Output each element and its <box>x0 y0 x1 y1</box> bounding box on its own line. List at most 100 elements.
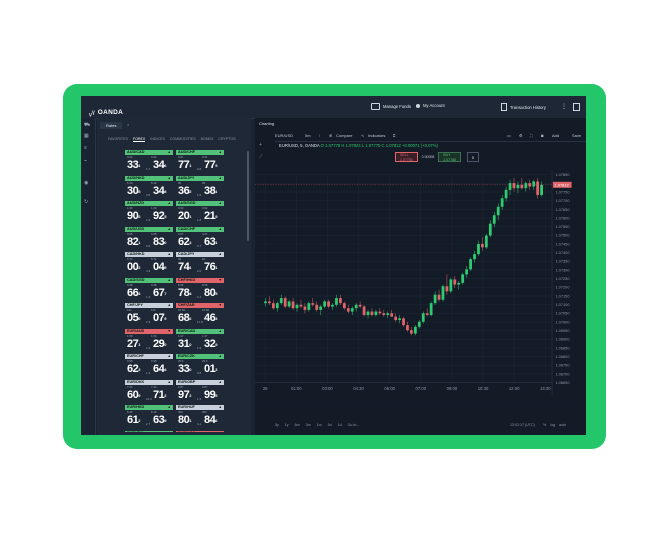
sell-price-button[interactable]: 362 <box>178 185 191 198</box>
settings-icon[interactable]: ◉ <box>84 180 88 186</box>
rate-tile[interactable]: EUR/CAD ▲ 1.47 1.47 310 1.9 329 <box>176 328 224 353</box>
rate-tile[interactable]: EUR/GBP ▲ 0.87 0.87 972 1.3 995 <box>176 379 224 404</box>
sell-price-button[interactable]: 906 <box>127 210 140 223</box>
charting-tab[interactable]: Charting <box>259 121 274 126</box>
fullscreen-icon[interactable]: ⛶ <box>530 133 533 138</box>
filter-cryptos[interactable]: CRYPTOS <box>218 137 235 142</box>
my-account-button[interactable]: My Account <box>416 103 445 108</box>
sell-price-button[interactable]: 624 <box>178 236 191 249</box>
rate-tile[interactable]: EUR/HUF ▲ 352. 352. 801 4.1 842 <box>176 405 224 429</box>
analysis-icon[interactable]: ⌁ <box>84 158 87 164</box>
transaction-history-button[interactable]: Transaction History <box>501 103 546 111</box>
candlestick-chart[interactable]: 29 01:00 03:00 04:30 06:00 07:00 09:00 10:30 12:… <box>255 140 586 430</box>
indicators-button[interactable]: Indicators <box>368 133 385 138</box>
buy-price-button[interactable]: 381 <box>204 185 217 198</box>
rate-tile[interactable]: CAD/HKD ▲ 5.74 5.74 002 4.3 045 <box>125 252 173 276</box>
sell-price-button[interactable]: 002 <box>127 261 140 274</box>
timeframe-5y[interactable]: 5y <box>275 423 279 427</box>
buy-price-button[interactable]: 805 <box>204 287 217 300</box>
sell-price-button[interactable]: 612 <box>127 414 140 427</box>
save-button[interactable]: Save <box>572 133 581 138</box>
buy-price-button[interactable]: 329 <box>204 338 217 351</box>
refresh-icon[interactable]: ↻ <box>84 199 88 205</box>
sell-price-button[interactable]: 682 <box>178 312 191 325</box>
rate-tile[interactable]: CAD/CHF ▲ 0.67 0.67 624 0.7 631 <box>176 226 224 251</box>
sell-price-button[interactable]: 271 <box>127 338 140 351</box>
buy-price-button[interactable]: 712 <box>153 389 166 402</box>
filter-indices[interactable]: INDICES <box>150 137 165 142</box>
rate-tile[interactable]: CHF/ZAR ▼ 15.56 15.56 682 17.8 463 <box>176 303 224 327</box>
scale-log[interactable]: log <box>550 423 555 427</box>
buy-price-button[interactable]: 346 <box>153 159 166 172</box>
news-icon[interactable]: ≡ <box>84 145 87 151</box>
goto-date[interactable]: Go to... <box>348 423 360 427</box>
rate-tile[interactable]: CAD/JPY ▲ 92. 92. 741 2.0 761 <box>176 252 224 276</box>
rate-tile[interactable]: AUD/NZD ▲ 1.09 1.09 906 1.9 925 <box>125 201 173 225</box>
buy-price-button[interactable]: 639 <box>153 414 166 427</box>
filter-forex[interactable]: FOREX <box>132 137 146 142</box>
bar-style-icon[interactable]: ⫶ <box>319 133 320 138</box>
buy-price-button[interactable]: 677 <box>153 287 166 300</box>
rate-tile[interactable]: CHF/JPY ▲ 141. 141. 056 2.3 079 <box>125 303 173 327</box>
buy-price-button[interactable]: 013 <box>204 363 217 376</box>
rate-tile[interactable]: EUR/CHF ▲ 0.98 0.98 623 1.3 644 <box>125 354 173 378</box>
buy-price-button[interactable]: 761 <box>204 261 217 274</box>
buy-price-button[interactable]: 779 <box>204 159 217 172</box>
buy-price-button[interactable]: 925 <box>153 210 166 223</box>
sell-price-button[interactable]: 664 <box>127 287 140 300</box>
sell-price-button[interactable]: 310 <box>178 338 191 351</box>
symbol-selector[interactable]: EUR/USD <box>275 133 293 138</box>
compare-button[interactable]: Compare <box>336 133 352 138</box>
sell-price-button[interactable]: 741 <box>178 261 191 274</box>
compare-icon[interactable]: ⊕ <box>329 133 332 138</box>
sell-price-button[interactable]: 609 <box>127 389 140 402</box>
calculator-icon[interactable]: ▦ <box>84 133 89 139</box>
buy-price-button[interactable]: 995 <box>204 389 217 402</box>
rates-tab[interactable]: Rates <box>100 122 123 129</box>
sell-price-button[interactable]: 801 <box>178 414 191 427</box>
rate-tile[interactable]: AUD/CAD ▲ 0.92 0.92 331 1.7 346 <box>125 150 173 174</box>
timeframe-6m[interactable]: 6m <box>295 423 300 427</box>
timeframe-1d[interactable]: 1d <box>338 423 342 427</box>
rate-tile[interactable]: EUR/AUD ▼ 1.59 1.59 271 1.9 290 <box>125 328 173 353</box>
buy-price-button[interactable]: 631 <box>204 236 217 249</box>
rate-tile[interactable]: EUR/JPY <box>125 430 173 432</box>
sell-price-button[interactable]: 308 <box>127 185 140 198</box>
cart-icon[interactable]: ⛟ <box>84 122 90 129</box>
filter-bonds[interactable]: BONDS <box>201 137 214 142</box>
layout-menu[interactable]: Add <box>552 133 559 138</box>
timeframe-1y[interactable]: 1y <box>285 423 289 427</box>
sell-price-button[interactable]: 330 <box>178 363 191 376</box>
rate-tile[interactable]: AUD/HKD ▲ 5.30 5.30 308 3.5 343 <box>125 175 173 200</box>
interval-selector[interactable]: 5m <box>305 133 311 138</box>
sell-price-button[interactable]: 056 <box>127 312 140 325</box>
rate-tile[interactable]: EUR/CZK ▲ 25.6 25.6 330 3.8 013 <box>176 354 224 378</box>
sell-price-button[interactable]: 972 <box>178 389 191 402</box>
sell-price-button[interactable]: 784 <box>178 287 191 300</box>
rate-tile[interactable]: AUD/USD ▲ 0.68 0.68 821 0.9 830 <box>125 226 173 251</box>
timeframe-1m[interactable]: 1m <box>317 423 322 427</box>
filter-favorites[interactable]: FAVORITES <box>108 137 128 142</box>
rate-tile[interactable]: AUD/JPY ▲ 95. 95. 362 1.9 381 <box>176 175 224 200</box>
buy-price-button[interactable]: 219 <box>204 210 217 223</box>
buy-price-button[interactable]: 079 <box>153 312 166 325</box>
sell-price-button[interactable]: 331 <box>127 159 140 172</box>
templates-icon[interactable]: ⌗ <box>393 133 395 138</box>
rate-tile[interactable]: CAD/SGD ▲ 0.98 0.98 664 1.3 677 <box>125 277 173 302</box>
sell-price-button[interactable]: 623 <box>127 363 140 376</box>
sell-price-button[interactable]: 201 <box>178 210 191 223</box>
snapshot-icon[interactable]: ◙ <box>541 133 543 138</box>
scale-percent[interactable]: % <box>543 423 546 427</box>
manage-funds-button[interactable]: Manage Funds <box>371 103 411 110</box>
exit-icon[interactable] <box>573 103 580 111</box>
rate-tile[interactable]: EUR/NOK <box>176 430 224 432</box>
sell-price-button[interactable]: 821 <box>127 236 140 249</box>
rate-tile[interactable]: EUR/DKK ▲ 7.44 7.44 609 10.3 712 <box>125 379 173 404</box>
rate-tile[interactable]: CHF/HKD ▼ 8.56 8.56 784 2.1 805 <box>176 277 224 302</box>
timeframe-3m[interactable]: 3m <box>306 423 311 427</box>
scale-auto[interactable]: auto <box>559 423 566 427</box>
buy-price-button[interactable]: 463 <box>204 312 217 325</box>
buy-price-button[interactable]: 343 <box>153 185 166 198</box>
rate-tile[interactable]: EUR/HKD ▲ 8.46 8.46 612 2.7 639 <box>125 405 173 429</box>
filter-commodities[interactable]: COMMODITIES <box>170 137 196 142</box>
